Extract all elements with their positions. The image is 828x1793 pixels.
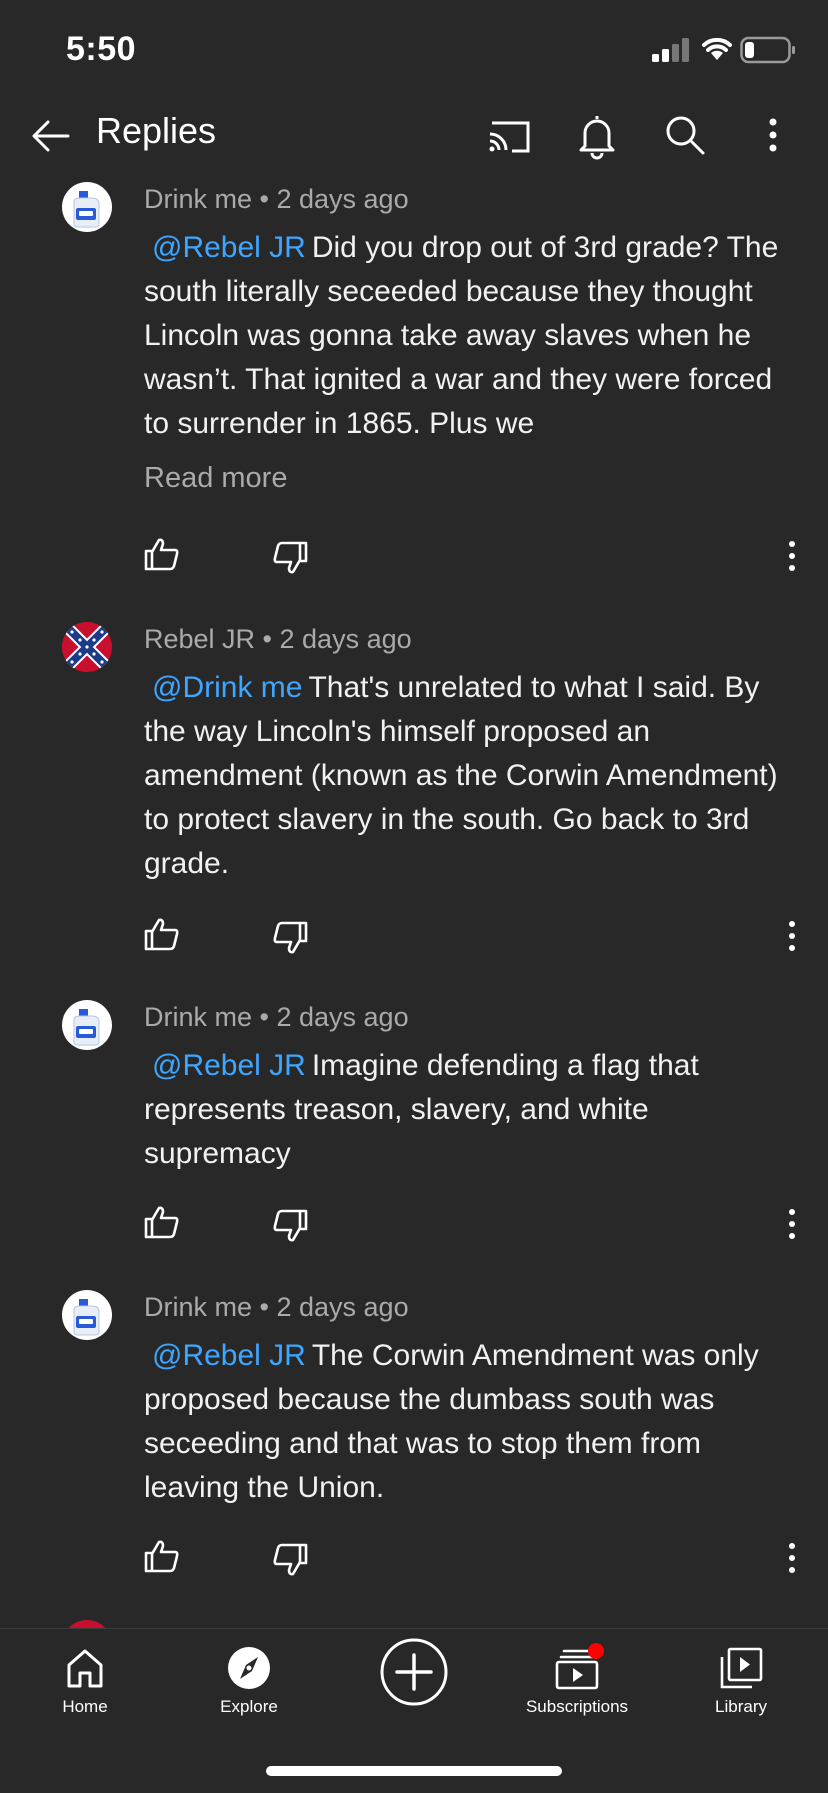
mention-link[interactable]: @Rebel JR [152,1339,306,1372]
nav-explore[interactable]: Explore [184,1643,314,1717]
status-bar: 5:50 [0,0,828,100]
nav-home[interactable]: Home [20,1643,150,1717]
battery-icon [740,36,795,64]
comment-author[interactable]: Drink me [144,1002,252,1032]
page-title: Replies [96,110,217,151]
create-plus-icon [380,1638,448,1706]
comment-meta: Drink me • 2 days ago [144,1002,409,1032]
thumbs-up-icon[interactable] [142,1536,182,1576]
comment-author[interactable]: Drink me [144,1292,252,1322]
comment-age: 2 days ago [276,1292,409,1322]
cast-icon[interactable] [484,110,534,160]
nav-home-label: Home [62,1697,108,1716]
home-icon [67,1649,103,1688]
avatar[interactable] [62,1000,112,1050]
thumbs-up-icon[interactable] [142,914,182,954]
thumbs-down-icon[interactable] [270,1540,310,1580]
status-time: 5:50 [66,30,137,68]
comment-more-icon[interactable] [776,916,808,956]
bleach-bottle-avatar-icon [62,182,112,232]
comment-age: 2 days ago [276,184,409,214]
comment-text: @Drink me That's unrelated to what I said… [144,666,794,886]
comment-meta: Drink me • 2 days ago [144,1292,409,1322]
thumbs-up-icon[interactable] [142,534,182,574]
nav-library-label: Library [715,1697,767,1716]
comment-author[interactable]: Rebel JR [144,624,255,654]
mention-link[interactable]: @Drink me [152,671,302,704]
next-comment-avatar-partial [62,1620,112,1628]
search-icon[interactable] [660,110,710,160]
library-icon [720,1647,763,1689]
compass-icon [228,1647,270,1689]
comment-more-icon[interactable] [776,536,808,576]
avatar[interactable] [62,182,112,232]
comment-text: @Rebel JR Imagine defending a flag that r… [144,1044,794,1176]
comment-age: 2 days ago [279,624,412,654]
thumbs-down-icon[interactable] [270,1206,310,1246]
avatar[interactable] [62,1290,112,1340]
wifi-icon [702,37,732,60]
thumbs-down-icon[interactable] [270,538,310,578]
comment-text: @Rebel JR The Corwin Amendment was only p… [144,1334,794,1510]
bell-icon[interactable] [572,110,622,160]
app-bar: Replies [0,100,828,186]
read-more-link[interactable]: Read more [144,462,287,495]
nav-subscriptions[interactable]: Subscriptions [512,1643,642,1717]
signal-icon [652,38,689,62]
nav-create[interactable] [349,1637,479,1711]
back-arrow-icon[interactable] [28,114,72,158]
nav-library[interactable]: Library [676,1643,806,1717]
thumbs-down-icon[interactable] [270,918,310,958]
mention-link[interactable]: @Rebel JR [152,231,306,264]
nav-subscriptions-label: Subscriptions [525,1697,629,1716]
bleach-bottle-avatar-icon [62,1290,112,1340]
nav-explore-label: Explore [220,1697,278,1716]
comment-meta: Rebel JR • 2 days ago [144,624,412,654]
bleach-bottle-avatar-icon [62,1000,112,1050]
home-indicator[interactable] [266,1766,562,1776]
comment-text: @Rebel JR Did you drop out of 3rd grade? … [144,226,794,446]
confederate-flag-avatar-icon [62,622,112,672]
thumbs-up-icon[interactable] [142,1202,182,1242]
comment-more-icon[interactable] [776,1538,808,1578]
comment-more-icon[interactable] [776,1204,808,1244]
notification-badge [588,1643,604,1659]
comment-age: 2 days ago [276,1002,409,1032]
comment-author[interactable]: Drink me [144,184,252,214]
comment-meta: Drink me • 2 days ago [144,184,409,214]
more-vert-icon[interactable] [748,110,798,160]
mention-link[interactable]: @Rebel JR [152,1049,306,1082]
avatar[interactable] [62,622,112,672]
